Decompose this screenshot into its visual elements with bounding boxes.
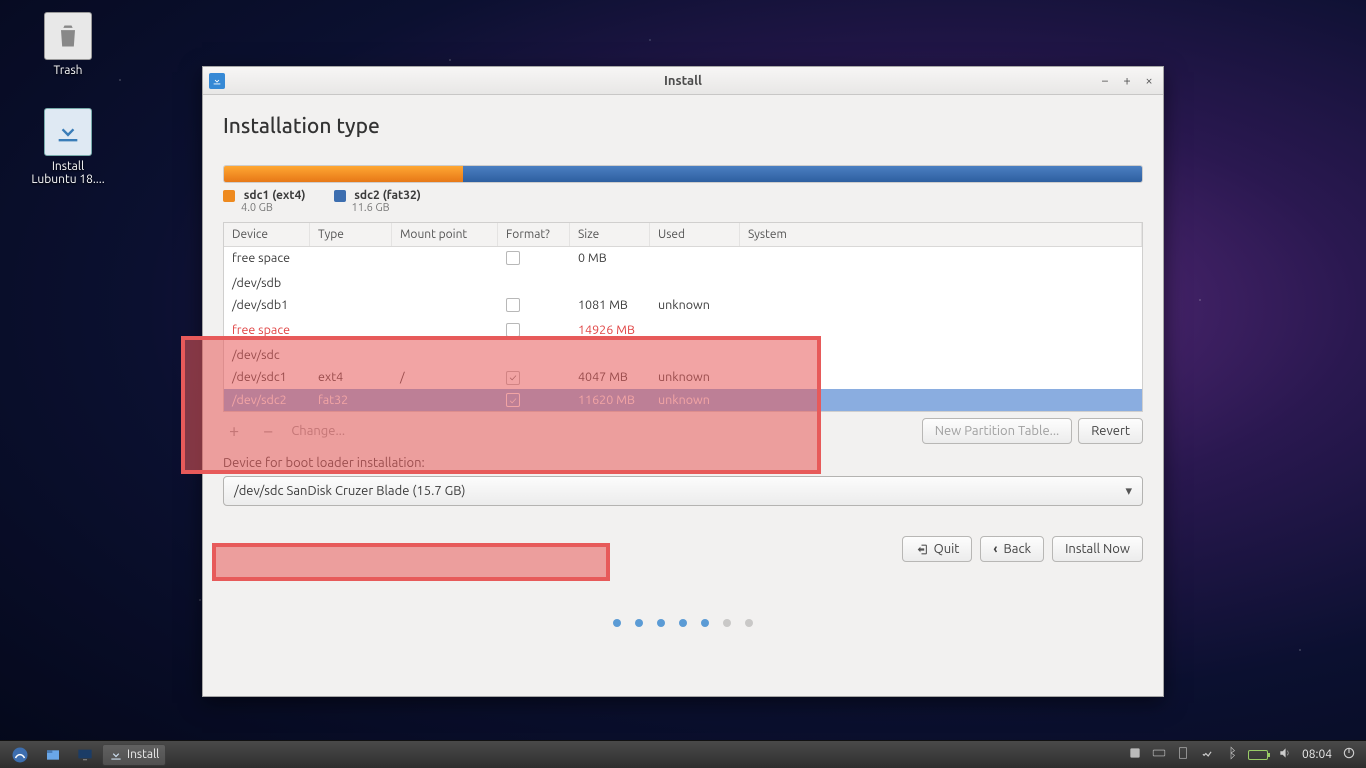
window-maximize[interactable]: +	[1119, 73, 1135, 89]
desktop-trash-label: Trash	[28, 64, 108, 77]
trash-icon	[44, 12, 92, 60]
install-icon	[44, 108, 92, 156]
tray-clipboard-icon[interactable]	[1176, 746, 1190, 763]
table-row[interactable]: /dev/sdc	[224, 344, 1142, 366]
taskbar[interactable]: Install 08:04	[0, 740, 1366, 768]
table-row[interactable]: free space0 MB	[224, 247, 1142, 272]
new-partition-table-button[interactable]: New Partition Table...	[922, 418, 1073, 444]
titlebar[interactable]: Install − + ×	[203, 67, 1163, 95]
tray-volume-icon[interactable]	[1278, 746, 1292, 763]
legend-sdc1-size: 4.0 GB	[241, 202, 306, 214]
col-system[interactable]: System	[740, 223, 1142, 246]
legend-sdc1-title: sdc1 (ext4)	[244, 189, 306, 202]
quit-button-label: Quit	[934, 542, 960, 556]
tray-network-icon[interactable]	[1200, 746, 1214, 763]
tray-bluetooth-icon[interactable]	[1224, 746, 1238, 763]
desktop-trash[interactable]: Trash	[28, 12, 108, 77]
lubuntu-logo-icon	[11, 746, 29, 764]
tray-keyboard-icon[interactable]	[1152, 746, 1166, 763]
legend-sdc2-title: sdc2 (fat32)	[354, 189, 421, 202]
table-row[interactable]: /dev/sdb	[224, 272, 1142, 294]
desktop-install-label: Install Lubuntu 18....	[28, 160, 108, 186]
bootloader-device-select[interactable]: /dev/sdc SanDisk Cruzer Blade (15.7 GB) …	[223, 476, 1143, 506]
back-button[interactable]: ‹ Back	[980, 536, 1044, 562]
table-row[interactable]: /dev/sdc2fat32✓11620 MBunknown	[224, 389, 1142, 412]
chevron-left-icon: ‹	[993, 542, 997, 556]
window-minimize[interactable]: −	[1097, 73, 1113, 89]
installer-window: Install − + × Installation type sdc1 (ex…	[202, 66, 1164, 697]
add-partition-button[interactable]: +	[223, 421, 245, 441]
partition-table[interactable]: Device Type Mount point Format? Size Use…	[223, 222, 1143, 412]
change-partition-button[interactable]: Change...	[291, 424, 345, 438]
progress-dots	[223, 616, 1143, 630]
file-manager-icon	[45, 747, 61, 763]
chevron-down-icon: ▾	[1125, 484, 1132, 499]
legend-swatch-sdc2	[334, 190, 346, 202]
format-checkbox[interactable]	[506, 323, 520, 337]
bootloader-label: Device for boot loader installation:	[223, 456, 1143, 470]
tray-clock[interactable]: 08:04	[1302, 748, 1332, 761]
tray-updates-icon[interactable]	[1128, 746, 1142, 763]
table-row[interactable]: /dev/sdb11081 MBunknown	[224, 294, 1142, 319]
col-used[interactable]: Used	[650, 223, 740, 246]
legend-swatch-sdc1	[223, 190, 235, 202]
tray-battery-icon[interactable]	[1248, 750, 1268, 760]
app-icon	[209, 73, 225, 89]
install-now-button[interactable]: Install Now	[1052, 536, 1143, 562]
system-tray: 08:04	[1128, 746, 1362, 763]
table-row[interactable]: /dev/sdc1ext4/✓4047 MBunknown	[224, 366, 1142, 389]
quit-button[interactable]: Quit	[902, 536, 973, 562]
disk-segment-sdc1	[224, 166, 463, 182]
file-manager-launcher[interactable]	[38, 744, 68, 766]
start-menu-button[interactable]	[4, 744, 36, 766]
legend-sdc2-size: 11.6 GB	[352, 202, 421, 214]
partition-table-header: Device Type Mount point Format? Size Use…	[224, 223, 1142, 247]
col-size[interactable]: Size	[570, 223, 650, 246]
install-icon	[109, 748, 123, 762]
window-close[interactable]: ×	[1141, 73, 1157, 89]
col-format[interactable]: Format?	[498, 223, 570, 246]
install-now-label: Install Now	[1065, 542, 1130, 556]
desktop-install-launcher[interactable]: Install Lubuntu 18....	[28, 108, 108, 186]
col-device[interactable]: Device	[224, 223, 310, 246]
format-checkbox[interactable]	[506, 298, 520, 312]
desktop-icon	[77, 747, 93, 763]
taskbar-app-install[interactable]: Install	[102, 744, 166, 766]
disk-legend: sdc1 (ext4) 4.0 GB sdc2 (fat32) 11.6 GB	[223, 189, 1143, 214]
format-checkbox[interactable]	[506, 251, 520, 265]
quit-icon	[915, 543, 928, 556]
format-checkbox[interactable]: ✓	[506, 393, 520, 407]
disk-segment-sdc2	[463, 166, 1142, 182]
back-button-label: Back	[1004, 542, 1032, 556]
col-mount[interactable]: Mount point	[392, 223, 498, 246]
remove-partition-button[interactable]: −	[257, 421, 279, 441]
window-title: Install	[203, 74, 1163, 88]
col-type[interactable]: Type	[310, 223, 392, 246]
revert-button[interactable]: Revert	[1078, 418, 1143, 444]
taskbar-app-label: Install	[127, 748, 159, 761]
tray-power-icon[interactable]	[1342, 746, 1356, 763]
disk-usage-bar	[223, 165, 1143, 183]
format-checkbox[interactable]: ✓	[506, 371, 520, 385]
table-row[interactable]: free space14926 MB	[224, 319, 1142, 344]
show-desktop-button[interactable]	[70, 744, 100, 766]
bootloader-device-value: /dev/sdc SanDisk Cruzer Blade (15.7 GB)	[234, 484, 465, 498]
page-heading: Installation type	[223, 113, 1143, 137]
